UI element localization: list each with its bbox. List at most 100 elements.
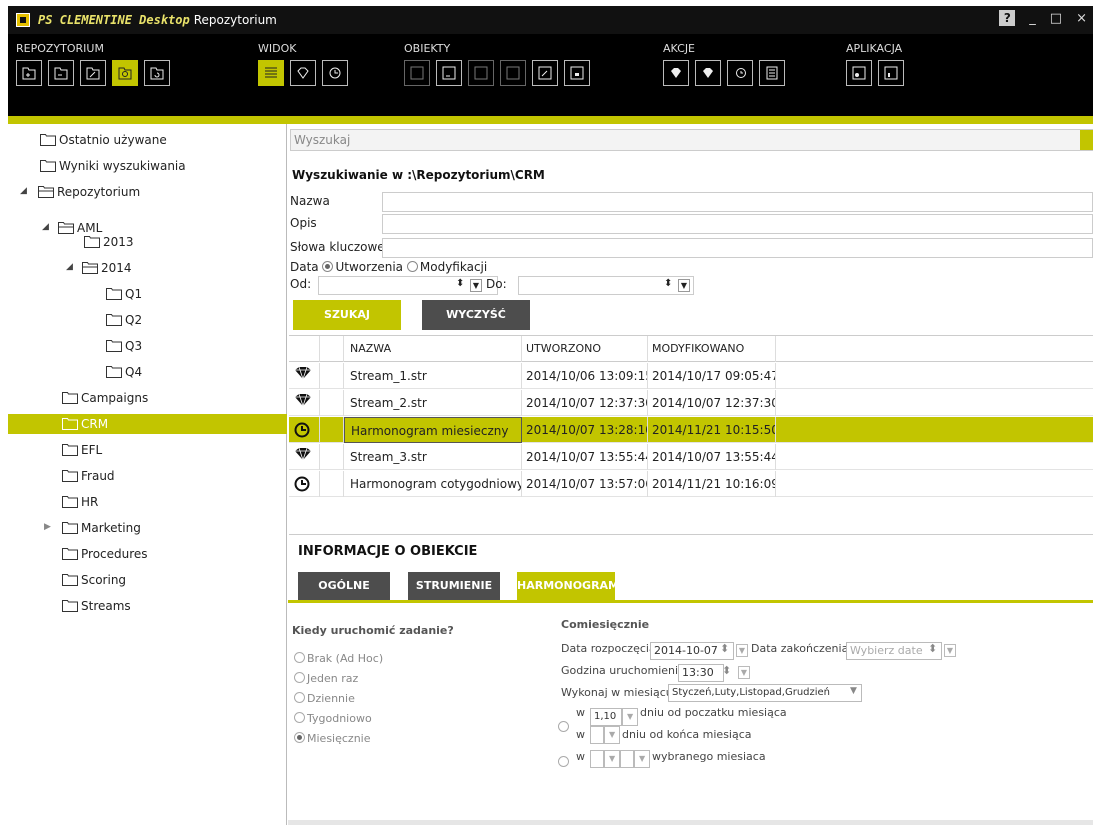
- help-button[interactable]: ?: [999, 10, 1016, 26]
- selected-month-radio[interactable]: [558, 756, 569, 767]
- radio-icon[interactable]: [294, 712, 305, 723]
- clear-button[interactable]: WYCZYŚĆ: [422, 300, 530, 330]
- option-weekly[interactable]: Tygodniowo: [294, 712, 372, 725]
- schedule-add-icon[interactable]: [727, 60, 753, 86]
- weekday-ordinal-dropdown-icon[interactable]: ▼: [604, 750, 620, 768]
- to-dropdown-icon[interactable]: ▼: [678, 279, 690, 292]
- day-from-start-radio[interactable]: [558, 721, 569, 732]
- search-icon[interactable]: [1080, 130, 1093, 150]
- about-icon[interactable]: [878, 60, 904, 86]
- search-input[interactable]: Wyszukaj: [290, 129, 1093, 151]
- weekday-dropdown-icon[interactable]: ▼: [634, 750, 650, 768]
- tree-item-label: 2014: [101, 261, 132, 275]
- object-remove-icon[interactable]: [436, 60, 462, 86]
- object-info-title: INFORMACJE O OBIEKCIE: [298, 544, 478, 559]
- search-folder-icon[interactable]: [112, 60, 138, 86]
- keywords-field[interactable]: [382, 238, 1093, 258]
- diamond-icon: [289, 363, 320, 389]
- tab-general[interactable]: OGÓLNE: [298, 572, 390, 600]
- clock-view-icon[interactable]: [322, 60, 348, 86]
- tab-streams[interactable]: STRUMIENIE: [408, 572, 500, 600]
- list-view-icon[interactable]: [258, 60, 284, 86]
- day-from-start-dropdown-icon[interactable]: ▼: [622, 708, 638, 726]
- object-properties-icon[interactable]: [468, 60, 494, 86]
- table-row[interactable]: Harmonogram cotygodniowy 2014/10/07 13:5…: [289, 471, 1093, 497]
- from-start-label: dniu od poczatku miesiąca: [640, 706, 787, 719]
- tab-schedule[interactable]: HARMONOGRAM: [517, 572, 619, 600]
- weekday-ordinal-field[interactable]: [590, 750, 604, 768]
- tree-item-recent[interactable]: Ostatnio używane: [40, 130, 319, 150]
- start-date-dropdown-icon[interactable]: ▼: [736, 644, 748, 657]
- day-from-end-field[interactable]: [590, 726, 604, 744]
- to-spinner-icon[interactable]: ⬍: [664, 278, 672, 289]
- radio-icon[interactable]: [294, 652, 305, 663]
- object-lock-icon[interactable]: [564, 60, 590, 86]
- w-label-2: w: [576, 728, 585, 741]
- diamond-icon: [289, 390, 320, 416]
- name-field[interactable]: [382, 192, 1093, 212]
- window-title: Repozytorium: [193, 13, 277, 27]
- day-from-end-dropdown-icon[interactable]: ▼: [604, 726, 620, 744]
- refresh-folder-icon[interactable]: [144, 60, 170, 86]
- day-from-start-field[interactable]: 1,10: [590, 708, 622, 726]
- open-folder-icon: [58, 222, 74, 234]
- time-spinner-icon[interactable]: ⬍: [722, 664, 731, 677]
- column-header-modified[interactable]: MODYFIKOWANO: [648, 336, 776, 362]
- stop-stream-icon[interactable]: [695, 60, 721, 86]
- radio-icon[interactable]: [294, 692, 305, 703]
- months-select[interactable]: Styczeń,Luty,Listopad,Grudzień: [668, 684, 862, 702]
- modified-radio[interactable]: [406, 261, 418, 272]
- object-move-icon[interactable]: [500, 60, 526, 86]
- collapse-arrow-icon[interactable]: ◢: [20, 186, 27, 196]
- time-dropdown-icon[interactable]: ▼: [738, 666, 750, 679]
- add-folder-icon[interactable]: [16, 60, 42, 86]
- table-row[interactable]: Stream_3.str 2014/10/07 13:55:44 2014/10…: [289, 444, 1093, 470]
- weekday-field[interactable]: [620, 750, 634, 768]
- expand-arrow-icon[interactable]: ▶: [44, 522, 51, 532]
- tree-item-crm[interactable]: CRM: [8, 414, 287, 434]
- diamond-view-icon[interactable]: [290, 60, 316, 86]
- object-info-icon[interactable]: [404, 60, 430, 86]
- collapse-arrow-icon[interactable]: ◢: [42, 222, 49, 232]
- main-panel: Wyszukaj Wyszukiwanie w :\Repozytorium\C…: [288, 124, 1093, 825]
- remove-folder-icon[interactable]: [48, 60, 74, 86]
- from-spinner-icon[interactable]: ⬍: [456, 278, 464, 289]
- table-row[interactable]: Stream_2.str 2014/10/07 12:37:30 2014/10…: [289, 390, 1093, 416]
- radio-icon[interactable]: [294, 732, 305, 743]
- folder-icon: [62, 392, 78, 404]
- option-daily[interactable]: Dziennie: [294, 692, 355, 705]
- object-edit-icon[interactable]: [532, 60, 558, 86]
- start-time-field[interactable]: 13:30: [678, 664, 724, 682]
- start-date-spinner-icon[interactable]: ⬍: [720, 642, 729, 655]
- tree-item-search-results[interactable]: Wyniki wyszukiwania: [40, 156, 319, 176]
- collapse-arrow-icon[interactable]: ◢: [66, 262, 73, 272]
- folder-icon: [84, 236, 100, 248]
- option-adhoc[interactable]: Brak (Ad Hoc): [294, 652, 383, 665]
- folder-icon: [40, 134, 56, 146]
- description-field[interactable]: [382, 214, 1093, 234]
- table-row[interactable]: Stream_1.str 2014/10/06 13:09:15 2014/10…: [289, 363, 1093, 389]
- search-location-title: Wyszukiwanie w :\Repozytorium\CRM: [292, 168, 545, 182]
- column-header-created[interactable]: UTWORZONO: [522, 336, 648, 362]
- created-radio[interactable]: [322, 261, 334, 272]
- table-row-selected[interactable]: Harmonogram miesieczny 2014/10/07 13:28:…: [289, 417, 1093, 443]
- row-created: 2014/10/07 13:28:10: [522, 417, 648, 443]
- close-button[interactable]: ×: [1076, 11, 1087, 26]
- radio-icon[interactable]: [294, 672, 305, 683]
- months-dropdown-icon[interactable]: ▼: [850, 686, 857, 696]
- end-date-spinner-icon[interactable]: ⬍: [928, 642, 937, 655]
- tree-item-repository[interactable]: Repozytorium: [38, 182, 317, 202]
- minimize-button[interactable]: _: [1029, 11, 1036, 26]
- edit-folder-icon[interactable]: [80, 60, 106, 86]
- row-name: Stream_3.str: [344, 444, 522, 470]
- column-header-name[interactable]: NAZWA: [344, 336, 522, 362]
- search-button[interactable]: SZUKAJ: [293, 300, 401, 330]
- maximize-button[interactable]: □: [1050, 11, 1062, 26]
- option-monthly[interactable]: Miesięcznie: [294, 732, 371, 745]
- run-stream-icon[interactable]: [663, 60, 689, 86]
- option-once[interactable]: Jeden raz: [294, 672, 358, 685]
- end-date-dropdown-icon[interactable]: ▼: [944, 644, 956, 657]
- from-dropdown-icon[interactable]: ▼: [470, 279, 482, 292]
- settings-icon[interactable]: [846, 60, 872, 86]
- report-icon[interactable]: [759, 60, 785, 86]
